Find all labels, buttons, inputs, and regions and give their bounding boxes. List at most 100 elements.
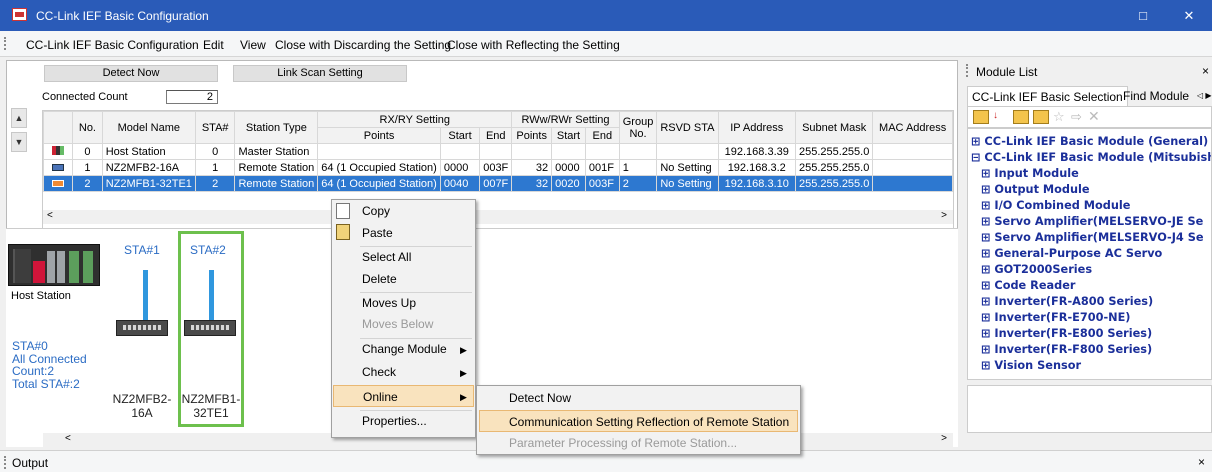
- submenu-arrow-icon: ▶: [460, 345, 467, 355]
- menu-paste[interactable]: Paste: [362, 222, 393, 244]
- menu-copy[interactable]: Copy: [362, 200, 390, 222]
- sta1-module-name: NZ2MFB2- 16A: [112, 392, 172, 420]
- tree-item-general-ac-servo[interactable]: ⊞ General-Purpose AC Servo: [981, 247, 1162, 261]
- menu-check[interactable]: Check: [362, 361, 396, 383]
- copy-icon: [336, 203, 350, 219]
- cell-mac: [872, 159, 953, 176]
- tree-item-general[interactable]: ⊞ CC-Link IEF Basic Module (General): [971, 135, 1208, 149]
- header-sta[interactable]: STA#: [194, 111, 236, 144]
- tree-item-inverter-e700[interactable]: ⊞ Inverter(FR-E700-NE): [981, 311, 1130, 325]
- output-label[interactable]: Output: [12, 456, 48, 470]
- cell-rsvd: [656, 143, 719, 160]
- cell-no: 1: [72, 159, 103, 176]
- collapse-all-icon[interactable]: [1033, 110, 1049, 124]
- sta1-module-image[interactable]: [116, 320, 168, 336]
- header-ip[interactable]: IP Address: [717, 111, 797, 144]
- move-up-arrow-icon[interactable]: ▲: [11, 108, 27, 128]
- cell-sta: 1: [194, 159, 236, 176]
- tree-item-input[interactable]: ⊞ Input Module: [981, 167, 1079, 181]
- menu-online[interactable]: Online: [333, 385, 474, 407]
- header-end[interactable]: End: [479, 127, 513, 144]
- menu-select-all[interactable]: Select All: [362, 246, 411, 268]
- tree-item-vision-sensor[interactable]: ⊞ Vision Sensor: [981, 359, 1081, 373]
- tree-item-got2000[interactable]: ⊞ GOT2000Series: [981, 263, 1092, 277]
- table-row[interactable]: 0 Host Station 0 Master Station 192.168.…: [42, 143, 953, 160]
- tree-item-mitsubishi[interactable]: ⊟ CC-Link IEF Basic Module (Mitsubishi: [971, 151, 1211, 165]
- header-group[interactable]: Group No.: [618, 111, 658, 144]
- delete-favorite-icon[interactable]: ✕: [1088, 108, 1100, 125]
- submenu-communication-reflection[interactable]: Communication Setting Reflection of Remo…: [479, 410, 798, 432]
- menu-close-discard[interactable]: Close with Discarding the Setting: [275, 38, 451, 52]
- tree-item-inverter-a800[interactable]: ⊞ Inverter(FR-A800 Series): [981, 295, 1153, 309]
- table-row-selected[interactable]: 2 NZ2MFB1-32TE1 2 Remote Station 64 (1 O…: [42, 175, 953, 192]
- output-close-icon[interactable]: ×: [1198, 455, 1205, 469]
- detect-now-button[interactable]: Detect Now: [44, 65, 218, 82]
- header-station-type[interactable]: Station Type: [234, 111, 319, 144]
- header-mac[interactable]: MAC Address: [872, 111, 953, 144]
- cell-ip: 192.168.3.2: [717, 159, 797, 176]
- add-favorite-icon[interactable]: ⇨: [1071, 109, 1082, 125]
- move-down-arrow-icon[interactable]: ▼: [11, 132, 27, 152]
- menu-change-module[interactable]: Change Module: [362, 338, 447, 360]
- cell-rpoints: 32: [511, 159, 553, 176]
- favorite-icon[interactable]: ☆: [1053, 109, 1065, 125]
- menu-properties[interactable]: Properties...: [362, 410, 427, 432]
- tree-item-inverter-e800[interactable]: ⊞ Inverter(FR-E800 Series): [981, 327, 1152, 341]
- table-hscrollbar[interactable]: < >: [43, 210, 953, 224]
- sort-category-icon[interactable]: [973, 110, 989, 124]
- menu-delete[interactable]: Delete: [362, 268, 397, 290]
- connected-count-value: 2: [166, 90, 218, 104]
- expand-all-icon[interactable]: [1013, 110, 1029, 124]
- cell-ip: 192.168.3.39: [717, 143, 797, 160]
- header-start[interactable]: Start: [439, 127, 481, 144]
- online-submenu: Detect Now Communication Setting Reflect…: [476, 385, 801, 455]
- sta1-label: STA#1: [124, 243, 160, 257]
- module-list-header: Module List ×: [962, 64, 1212, 82]
- cell-mac: [872, 143, 953, 160]
- cell-rsvd: No Setting: [656, 159, 719, 176]
- tree-item-code-reader[interactable]: ⊞ Code Reader: [981, 279, 1075, 293]
- tab-basic-selection[interactable]: CC-Link IEF Basic Selection: [967, 86, 1128, 106]
- submenu-arrow-icon: ▶: [460, 392, 467, 402]
- module-list-close-icon[interactable]: ×: [1202, 64, 1209, 78]
- header-rsvd[interactable]: RSVD STA: [656, 111, 719, 144]
- close-window-button[interactable]: ✕: [1166, 0, 1212, 31]
- header-rww-points[interactable]: Points: [511, 127, 553, 144]
- header-no[interactable]: No.: [72, 111, 103, 144]
- header-model[interactable]: Model Name: [101, 111, 196, 144]
- tab-find-module[interactable]: Find Module: [1119, 86, 1193, 106]
- submenu-detect-now[interactable]: Detect Now: [509, 387, 571, 409]
- tree-item-servo-j4[interactable]: ⊞ Servo Amplifier(MELSERVO-J4 Se: [981, 231, 1204, 245]
- sort-az-icon[interactable]: ↓: [993, 110, 1007, 124]
- cell-rsvd: No Setting: [656, 175, 719, 192]
- tree-item-output[interactable]: ⊞ Output Module: [981, 183, 1090, 197]
- sta1-connection-line: [143, 270, 148, 320]
- header-points[interactable]: Points: [317, 127, 441, 144]
- link-scan-setting-button[interactable]: Link Scan Setting: [233, 65, 407, 82]
- menu-cc-link[interactable]: CC-Link IEF Basic Configuration: [26, 38, 199, 52]
- menu-close-reflect[interactable]: Close with Reflecting the Setting: [447, 38, 620, 52]
- station-table: No. Model Name STA# Station Type RX/RY S…: [42, 110, 954, 235]
- header-rww-start[interactable]: Start: [551, 127, 586, 144]
- connected-count-label: Connected Count: [42, 91, 128, 103]
- cell-points: 64 (1 Occupied Station): [317, 159, 441, 176]
- module-list-tabs: CC-Link IEF Basic Selection Find Module …: [967, 86, 1212, 106]
- host-station-image[interactable]: [8, 244, 100, 286]
- menu-view[interactable]: View: [240, 38, 266, 52]
- cell-mac: [872, 175, 953, 192]
- tab-scroll-arrows-icon[interactable]: ◁ ▶: [1193, 88, 1212, 108]
- cell-rend: 001F: [584, 159, 620, 176]
- menu-edit[interactable]: Edit: [203, 38, 224, 52]
- tree-item-io-combined[interactable]: ⊞ I/O Combined Module: [981, 199, 1130, 213]
- maximize-button[interactable]: □: [1120, 0, 1166, 31]
- table-row[interactable]: 1 NZ2MFB2-16A 1 Remote Station 64 (1 Occ…: [42, 159, 953, 176]
- cell-sta: 2: [194, 175, 236, 192]
- menu-moves-up[interactable]: Moves Up: [362, 292, 416, 314]
- header-rww-end[interactable]: End: [584, 127, 620, 144]
- cell-type: Master Station: [234, 143, 319, 160]
- tree-item-servo-je[interactable]: ⊞ Servo Amplifier(MELSERVO-JE Se: [981, 215, 1203, 229]
- tree-item-inverter-f800[interactable]: ⊞ Inverter(FR-F800 Series): [981, 343, 1152, 357]
- header-rxry: RX/RY Setting: [317, 111, 513, 128]
- cell-start: [439, 143, 481, 160]
- header-subnet[interactable]: Subnet Mask: [794, 111, 874, 144]
